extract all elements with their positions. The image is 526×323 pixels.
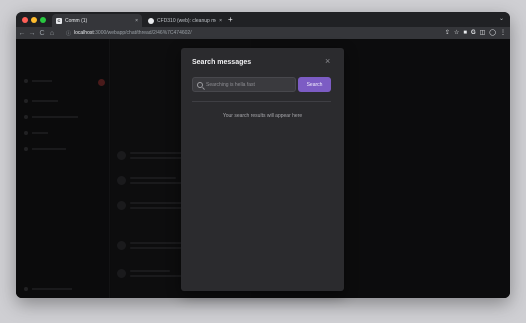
tab-title: CFD310 (web): cleanup mo: [157, 17, 217, 24]
url-path: :3000/webapp/chat/thread/2/46%7C474602/: [93, 30, 192, 36]
minimize-window-button[interactable]: [31, 17, 37, 23]
github-favicon-icon: [148, 17, 154, 24]
profile-icon[interactable]: ◯: [489, 29, 496, 36]
address-bar[interactable]: ⓘ localhost:3000/webapp/chat/thread/2/46…: [66, 29, 414, 37]
close-icon[interactable]: ×: [325, 57, 330, 66]
new-tab-button[interactable]: +: [228, 15, 233, 25]
search-input[interactable]: [206, 81, 295, 88]
close-tab-icon[interactable]: ×: [135, 18, 138, 24]
search-button[interactable]: Search: [298, 77, 331, 92]
home-button[interactable]: ⌂: [48, 30, 56, 37]
tab-comm[interactable]: C Comm (1) ×: [52, 14, 142, 27]
modal-title: Search messages: [192, 59, 252, 66]
close-tab-icon[interactable]: ×: [219, 18, 222, 24]
grammarly-extension-icon[interactable]: G: [471, 30, 476, 36]
app-favicon-icon: C: [56, 17, 62, 24]
search-icon: [197, 81, 203, 88]
browser-menu-icon[interactable]: ⋮: [500, 29, 506, 36]
empty-state-text: Your search results will appear here: [222, 113, 303, 119]
browser-toolbar: ← → C ⌂ ⓘ localhost:3000/webapp/chat/thr…: [16, 27, 510, 39]
side-panel-icon[interactable]: ◫: [480, 29, 486, 36]
tab-title: Comm (1): [65, 17, 88, 24]
site-info-icon[interactable]: ⓘ: [66, 30, 71, 37]
bookmark-star-icon[interactable]: ☆: [454, 29, 459, 36]
divider: [192, 101, 331, 102]
search-messages-modal: Search messages × Search Your search res…: [181, 48, 344, 291]
search-field[interactable]: [192, 77, 296, 92]
maximize-window-button[interactable]: [40, 17, 46, 23]
tab-strip: C Comm (1) × CFD310 (web): cleanup mo × …: [16, 12, 510, 27]
url-host: localhost: [74, 30, 94, 36]
tab-github-pr[interactable]: CFD310 (web): cleanup mo ×: [144, 14, 226, 27]
forward-button[interactable]: →: [28, 30, 36, 37]
close-window-button[interactable]: [22, 17, 28, 23]
back-button[interactable]: ←: [18, 30, 26, 37]
share-icon[interactable]: ⇪: [445, 29, 450, 36]
reload-button[interactable]: C: [38, 30, 46, 37]
extension-icon[interactable]: ■: [463, 30, 467, 36]
tab-search-button[interactable]: ⌄: [499, 15, 504, 22]
